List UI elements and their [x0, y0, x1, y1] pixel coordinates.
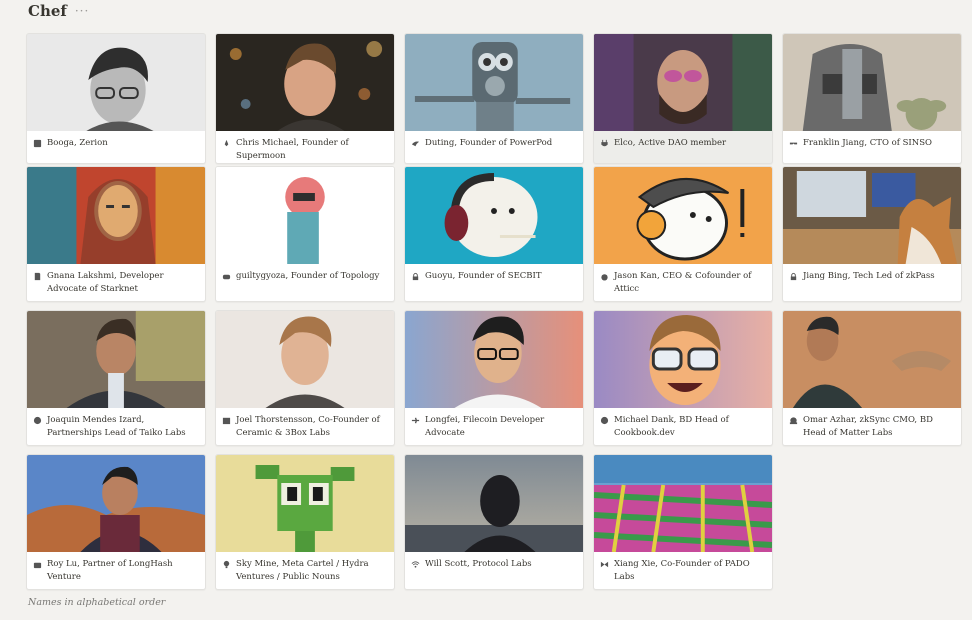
card-photo	[405, 455, 583, 552]
pumpkin-icon	[601, 274, 608, 281]
footnote: Names in alphabetical order	[28, 597, 166, 608]
card-title: Sky Mine, Meta Cartel / Hydra Ventures /…	[236, 559, 369, 582]
bird-icon	[411, 141, 420, 147]
smiley-icon	[33, 416, 42, 425]
card-title: Joaquin Mendes Izard, Partnerships Lead …	[47, 415, 186, 438]
card-photo	[216, 455, 394, 552]
card-photo	[783, 34, 961, 131]
calendar-icon	[222, 417, 231, 425]
gallery-grid-row-2: Gnana Lakshmi, Developer Advocate of Sta…	[26, 166, 962, 302]
card-photo	[405, 167, 583, 264]
gallery-card[interactable]: Guoyu, Founder of SECBIT	[404, 166, 584, 302]
gallery-card[interactable]: Franklin Jiang, CTO of SINSO	[782, 33, 962, 164]
card-photo	[27, 455, 205, 552]
card-title: Chris Michael, Founder of Supermoon	[236, 138, 349, 161]
card-photo	[216, 311, 394, 408]
card-title: Roy Lu, Partner of LongHash Venture	[47, 559, 173, 582]
card-title: Duting, Founder of PowerPod	[425, 138, 553, 148]
card-title: Jiang Bing, Tech Led of zkPass	[803, 271, 935, 281]
card-title: Xiang Xie, Co-Founder of PADO Labs	[614, 559, 750, 582]
lock-icon	[412, 272, 419, 281]
card-title: Franklin Jiang, CTO of SINSO	[803, 138, 932, 148]
card-title: Guoyu, Founder of SECBIT	[425, 271, 542, 281]
card-photo	[216, 167, 394, 264]
mask-icon	[789, 142, 798, 145]
gallery-card[interactable]: Xiang Xie, Co-Founder of PADO Labs	[593, 454, 773, 590]
card-photo	[594, 167, 772, 264]
card-title: Gnana Lakshmi, Developer Advocate of Sta…	[47, 271, 164, 294]
gallery-card[interactable]: Sky Mine, Meta Cartel / Hydra Ventures /…	[215, 454, 395, 590]
card-title: Booga, Zerion	[47, 138, 108, 148]
gallery-card[interactable]: Duting, Founder of PowerPod	[404, 33, 584, 164]
gallery-grid-row-3: Joaquin Mendes Izard, Partnerships Lead …	[26, 310, 962, 446]
gallery-card[interactable]: Jiang Bing, Tech Led of zkPass	[782, 166, 962, 302]
smiley-icon	[600, 416, 609, 425]
card-photo	[27, 167, 205, 264]
card-photo	[783, 167, 961, 264]
snail-icon	[789, 417, 798, 425]
gallery-card[interactable]: guiltygyoza, Founder of Topology	[215, 166, 395, 302]
wallet-icon	[33, 562, 42, 569]
card-photo	[216, 34, 394, 131]
gallery-card[interactable]: Elco, Active DAO member	[593, 33, 773, 164]
lightbulb-icon	[223, 560, 230, 569]
gamepad-icon	[222, 274, 231, 280]
gallery-card[interactable]: Michael Dank, BD Head of Cookbook.dev	[593, 310, 773, 446]
card-photo	[783, 311, 961, 408]
card-title: Elco, Active DAO member	[614, 138, 727, 148]
gallery-card[interactable]: Will Scott, Protocol Labs	[404, 454, 584, 590]
card-title: Will Scott, Protocol Labs	[425, 559, 532, 569]
airplane-icon	[411, 417, 420, 424]
gallery-card[interactable]: Joaquin Mendes Izard, Partnerships Lead …	[26, 310, 206, 446]
gallery-grid: Booga, Zerion Chris Michael, Founder of …	[26, 33, 962, 164]
card-title: guiltygyoza, Founder of Topology	[236, 271, 380, 281]
more-options-button[interactable]: ···	[75, 4, 89, 18]
card-photo	[27, 34, 205, 131]
gallery-card[interactable]: Jason Kan, CEO & Cofounder of Atticc	[593, 166, 773, 302]
gallery-card[interactable]: Chris Michael, Founder of Supermoon	[215, 33, 395, 164]
document-icon	[34, 272, 41, 281]
card-title: Longfei, Filecoin Developer Advocate	[425, 415, 545, 438]
gallery-card[interactable]: Joel Thorstensson, Co-Founder of Ceramic…	[215, 310, 395, 446]
card-photo	[594, 311, 772, 408]
card-photo	[27, 311, 205, 408]
card-title: Jason Kan, CEO & Cofounder of Atticc	[614, 271, 752, 294]
page-title: Chef	[28, 2, 67, 20]
gallery-card[interactable]: Gnana Lakshmi, Developer Advocate of Sta…	[26, 166, 206, 302]
gallery-card[interactable]: Roy Lu, Partner of LongHash Venture	[26, 454, 206, 590]
gallery-card[interactable]: Booga, Zerion	[26, 33, 206, 164]
card-title: Michael Dank, BD Head of Cookbook.dev	[614, 415, 729, 438]
gallery-card[interactable]: Omar Azhar, zkSync CMO, BD Head of Matte…	[782, 310, 962, 446]
gallery-card[interactable]: Longfei, Filecoin Developer Advocate	[404, 310, 584, 446]
card-photo	[405, 34, 583, 131]
card-title: Joel Thorstensson, Co-Founder of Ceramic…	[236, 415, 380, 438]
card-title: Omar Azhar, zkSync CMO, BD Head of Matte…	[803, 415, 933, 438]
gallery-grid-row-4: Roy Lu, Partner of LongHash Venture Sky …	[26, 454, 962, 590]
rocket-icon	[224, 139, 229, 147]
badge-icon	[33, 139, 42, 148]
butterfly-icon	[600, 561, 609, 568]
card-photo	[594, 34, 772, 131]
lock-icon	[790, 272, 797, 281]
page-header: Chef ···	[28, 2, 89, 20]
wifi-icon	[411, 561, 420, 568]
card-photo	[405, 311, 583, 408]
plug-icon	[601, 139, 608, 147]
card-photo	[594, 455, 772, 552]
